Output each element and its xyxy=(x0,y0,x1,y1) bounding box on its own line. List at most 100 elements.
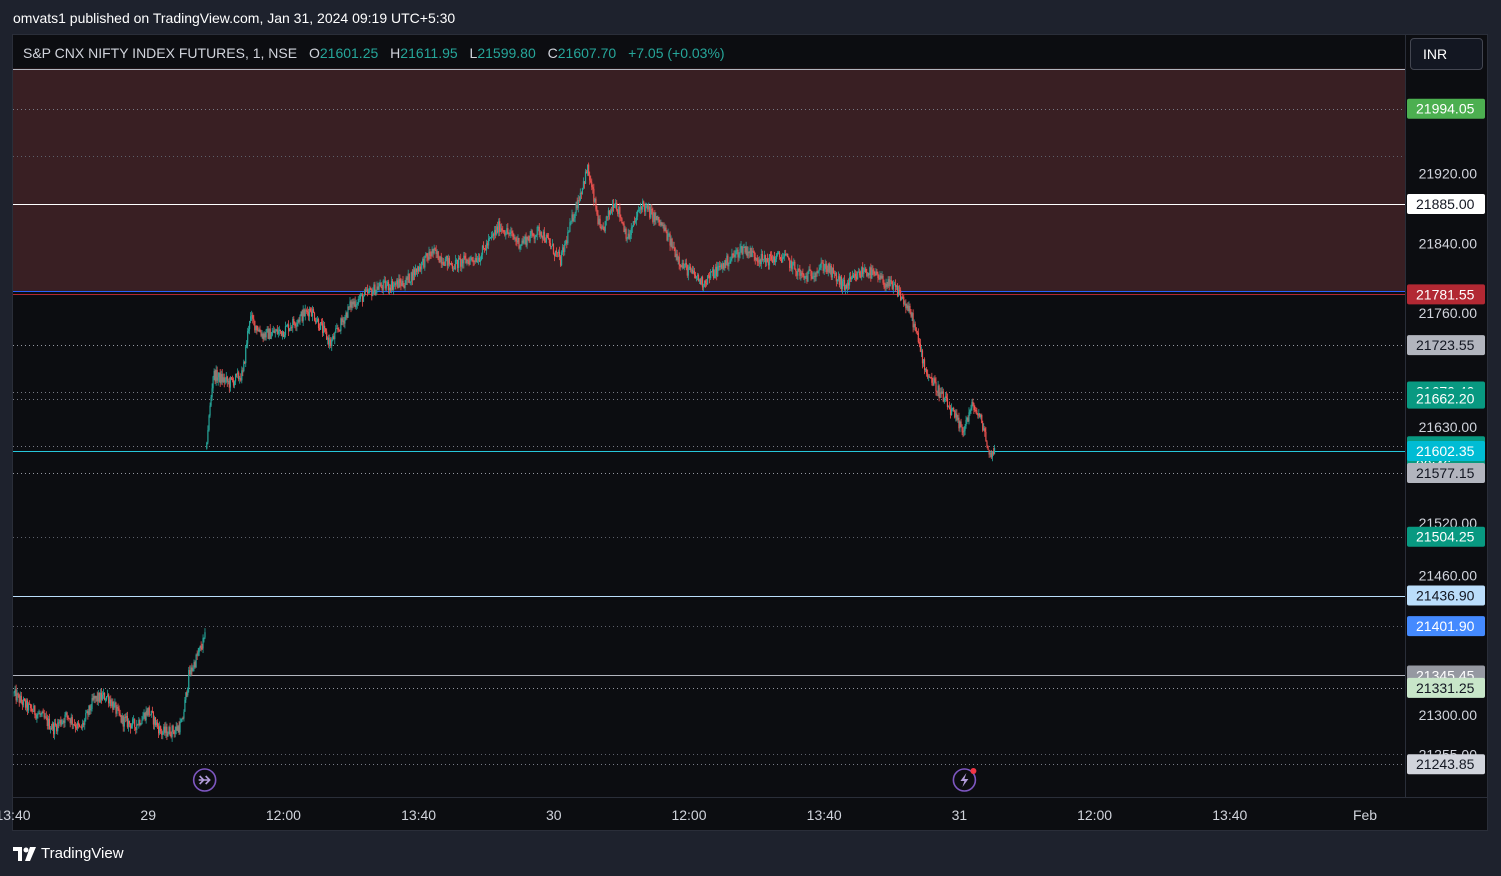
candle-body xyxy=(507,228,509,233)
legend-close-label: C xyxy=(548,45,558,61)
earnings-lightning-icon[interactable] xyxy=(952,768,977,792)
candle-body xyxy=(334,332,336,340)
candle-body xyxy=(908,305,910,312)
candle-body xyxy=(291,327,293,329)
candle-body xyxy=(368,290,370,294)
candle-body xyxy=(76,722,79,729)
candle-body xyxy=(631,226,633,229)
candle-body xyxy=(552,244,555,255)
candle-body xyxy=(548,239,551,243)
candle-body xyxy=(964,426,966,431)
candle-body xyxy=(255,325,257,331)
candle-body xyxy=(896,285,899,296)
candle-body xyxy=(565,240,567,245)
candle-body xyxy=(917,332,919,343)
time-axis-tick: 12:00 xyxy=(1077,807,1112,823)
candle-body xyxy=(169,727,171,736)
candle-body xyxy=(471,257,473,261)
candle-body xyxy=(34,705,36,715)
candle-body xyxy=(212,376,214,389)
legend-high-label: H xyxy=(390,45,400,61)
candle-body xyxy=(863,271,865,274)
candlestick-chart[interactable]: 21920.0021840.0021760.0021630.0021520.00… xyxy=(0,0,1501,876)
candle-body xyxy=(752,250,754,252)
candle-body xyxy=(283,334,286,337)
price-label-text: 21994.05 xyxy=(1416,101,1475,117)
candle-body xyxy=(237,372,239,375)
candle-body xyxy=(637,210,640,211)
session-break-icon[interactable] xyxy=(192,768,217,792)
candle-body xyxy=(596,209,598,215)
candle-body xyxy=(56,725,58,732)
price-label-text: 21401.90 xyxy=(1416,618,1475,634)
candle-body xyxy=(480,254,483,260)
candle-body xyxy=(389,287,392,291)
candle-body xyxy=(254,320,256,331)
candle-body xyxy=(85,712,87,720)
candle-body xyxy=(616,202,618,210)
candle-body xyxy=(531,230,533,234)
price-label-text: 21781.55 xyxy=(1416,286,1475,302)
candle-body xyxy=(81,726,83,728)
candle-body xyxy=(393,285,395,290)
tradingview-footer[interactable]: TradingView xyxy=(13,845,124,862)
candle-body xyxy=(505,234,507,236)
candle-body xyxy=(209,405,211,416)
candle-body xyxy=(457,259,459,268)
price-label-text: 21723.55 xyxy=(1416,337,1475,353)
candle-body xyxy=(133,719,135,721)
candle-body xyxy=(615,202,617,206)
candle-body xyxy=(959,421,961,429)
candle-body xyxy=(167,733,169,737)
candle-body xyxy=(64,714,66,723)
candle-body xyxy=(102,692,105,695)
candle-body xyxy=(990,452,992,458)
candle-body xyxy=(382,280,384,290)
candle-body xyxy=(611,204,614,211)
candle-body xyxy=(783,256,785,258)
candle-body xyxy=(636,210,639,217)
candle-body xyxy=(634,220,637,223)
candle-body xyxy=(988,449,990,455)
candle-body xyxy=(613,204,615,208)
candle-body xyxy=(429,251,431,256)
candle-body xyxy=(601,226,603,230)
currency-button[interactable]: INR xyxy=(1410,38,1483,70)
candle-body xyxy=(550,245,553,247)
candle-body xyxy=(929,376,931,378)
candle-body xyxy=(380,283,382,287)
candle-body xyxy=(635,216,638,221)
candle-body xyxy=(420,266,422,270)
candle-body xyxy=(693,270,696,276)
candle-body xyxy=(35,714,37,719)
candle-body xyxy=(207,430,209,443)
candle-body xyxy=(300,312,302,316)
candle-body xyxy=(142,716,144,721)
candle-body xyxy=(299,315,301,322)
candle-body xyxy=(989,452,991,455)
candle-body xyxy=(562,247,564,253)
candle-body xyxy=(155,722,158,726)
candle-body xyxy=(59,720,61,724)
candle-body xyxy=(245,346,247,364)
candle-body xyxy=(413,269,416,276)
candle-body xyxy=(766,258,769,262)
candle-body xyxy=(523,239,525,243)
candle-body xyxy=(129,723,132,729)
candle-body xyxy=(535,234,537,238)
candle-body xyxy=(32,711,34,712)
candle-body xyxy=(823,268,825,271)
candle-body xyxy=(103,692,106,701)
candle-body xyxy=(610,210,613,212)
candle-body xyxy=(74,724,76,728)
candle-body xyxy=(969,410,971,413)
candle-body xyxy=(183,711,185,719)
candle-body xyxy=(931,377,933,383)
footer-brand: TradingView xyxy=(41,845,124,862)
candle-body xyxy=(630,228,632,236)
candle-body xyxy=(928,376,930,378)
candle-body xyxy=(88,705,90,715)
candle-body xyxy=(825,263,827,270)
legend-change: +7.05 (+0.03%) xyxy=(628,45,725,61)
candle-body xyxy=(576,202,578,209)
